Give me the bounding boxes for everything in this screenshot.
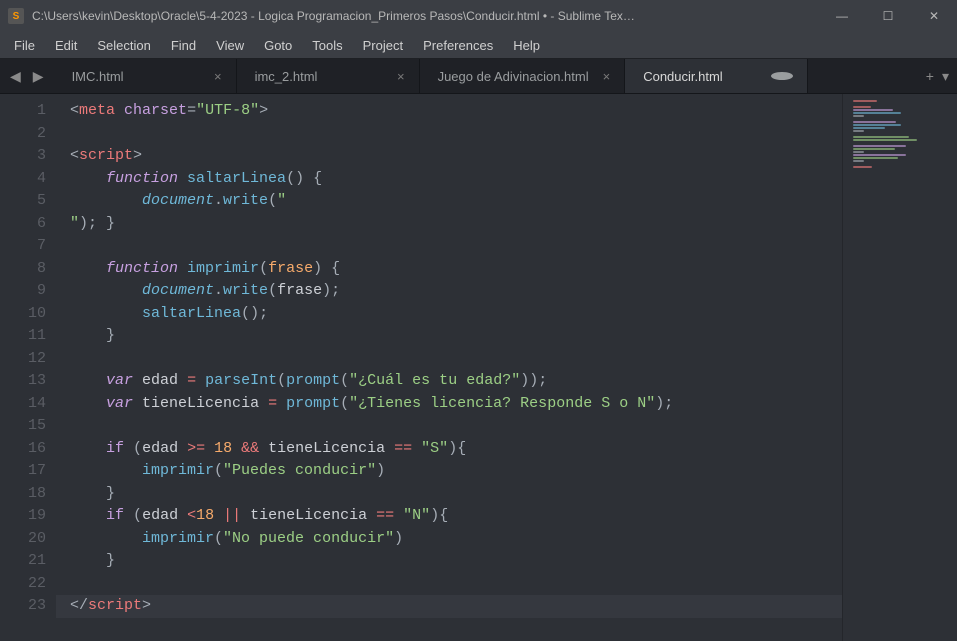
app-icon: S (8, 8, 24, 24)
menu-tools[interactable]: Tools (302, 35, 352, 56)
tab-imc[interactable]: IMC.html × (54, 59, 237, 93)
menu-help[interactable]: Help (503, 35, 550, 56)
tab-close-icon[interactable]: × (589, 69, 611, 84)
menu-view[interactable]: View (206, 35, 254, 56)
app-window: S C:\Users\kevin\Desktop\Oracle\5-4-2023… (0, 0, 957, 641)
window-controls: — ☐ ✕ (819, 0, 957, 32)
tab-label: Conducir.html (643, 69, 722, 84)
vertical-scrollbar[interactable] (943, 94, 957, 641)
minimap-content (853, 100, 933, 169)
maximize-button[interactable]: ☐ (865, 0, 911, 32)
line-gutter[interactable]: 1234567891011121314151617181920212223 (0, 94, 56, 641)
menubar: File Edit Selection Find View Goto Tools… (0, 32, 957, 59)
tab-label: Juego de Adivinacion.html (438, 69, 589, 84)
menu-project[interactable]: Project (353, 35, 413, 56)
nav-forward-icon[interactable]: ▶ (29, 66, 48, 87)
tabs: IMC.html × imc_2.html × Juego de Adivina… (54, 59, 918, 93)
close-button[interactable]: ✕ (911, 0, 957, 32)
menu-edit[interactable]: Edit (45, 35, 87, 56)
tabbar: ◀ ▶ IMC.html × imc_2.html × Juego de Adi… (0, 59, 957, 94)
tab-menu-icon[interactable]: ▾ (942, 68, 949, 85)
tab-label: imc_2.html (255, 69, 318, 84)
new-tab-icon[interactable]: + (926, 68, 934, 84)
tab-nav: ◀ ▶ (0, 59, 54, 93)
nav-back-icon[interactable]: ◀ (6, 66, 25, 87)
menu-selection[interactable]: Selection (87, 35, 160, 56)
editor: 1234567891011121314151617181920212223 <m… (0, 94, 957, 641)
menu-preferences[interactable]: Preferences (413, 35, 503, 56)
tab-close-icon[interactable]: × (383, 69, 405, 84)
tab-dirty-dot-icon[interactable] (771, 72, 793, 80)
menu-goto[interactable]: Goto (254, 35, 302, 56)
menu-file[interactable]: File (4, 35, 45, 56)
minimize-button[interactable]: — (819, 0, 865, 32)
menu-find[interactable]: Find (161, 35, 206, 56)
titlebar[interactable]: S C:\Users\kevin\Desktop\Oracle\5-4-2023… (0, 0, 957, 32)
window-title: C:\Users\kevin\Desktop\Oracle\5-4-2023 -… (32, 9, 819, 23)
minimap[interactable] (842, 94, 943, 641)
tab-label: IMC.html (72, 69, 124, 84)
tab-adivinacion[interactable]: Juego de Adivinacion.html × (420, 59, 626, 93)
tabbar-actions: + ▾ (918, 59, 957, 93)
code-area[interactable]: <meta charset="UTF-8"> <script> function… (56, 94, 842, 641)
tab-close-icon[interactable]: × (200, 69, 222, 84)
tab-conducir[interactable]: Conducir.html (625, 59, 808, 93)
tab-imc2[interactable]: imc_2.html × (237, 59, 420, 93)
